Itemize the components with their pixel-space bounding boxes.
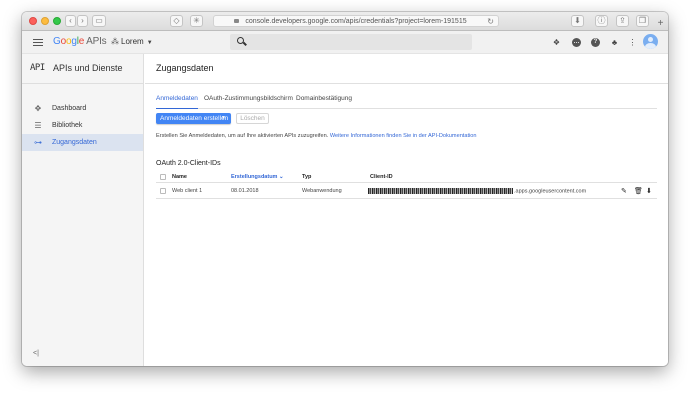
extension-icon: ✳ bbox=[193, 16, 200, 25]
select-all-checkbox[interactable] bbox=[160, 174, 166, 180]
delete-icon[interactable]: 🗑 bbox=[634, 187, 643, 195]
chevron-down-icon: ▼ bbox=[146, 40, 153, 46]
search-icon bbox=[237, 37, 244, 44]
page-title: Zugangsdaten bbox=[156, 63, 214, 73]
minimize-window-button[interactable] bbox=[41, 17, 49, 25]
menu-icon[interactable] bbox=[33, 39, 43, 46]
client-name[interactable]: Web client 1 bbox=[172, 188, 202, 195]
console-header: Google APIs ⁂ Lorem ▼ ❖ … ? ♣ ⋮ bbox=[22, 31, 668, 54]
redacted-id bbox=[368, 188, 513, 194]
sidebar-icon: ▭ bbox=[95, 16, 103, 25]
create-credentials-button[interactable]: Anmeldedaten erstellen ▼ bbox=[156, 113, 231, 124]
section-title: OAuth 2.0-Client-IDs bbox=[156, 160, 221, 167]
shield-button[interactable]: ◇ bbox=[170, 15, 183, 27]
share-button[interactable]: ⇪ bbox=[616, 15, 629, 27]
shield-icon: ◇ bbox=[173, 16, 180, 25]
table-row[interactable]: Web client 1 08.01.2018 Webanwendung .ap… bbox=[156, 184, 657, 199]
sidebar-item-label: Bibliothek bbox=[52, 122, 83, 129]
chevron-down-icon: ▼ bbox=[221, 115, 226, 121]
address-bar[interactable]: console.developers.google.com/apis/crede… bbox=[213, 15, 499, 27]
chevron-right-icon: › bbox=[81, 16, 84, 25]
browser-toolbar: ‹ › ▭ ◇ ✳ console.developers.google.com/… bbox=[22, 12, 668, 31]
avatar[interactable] bbox=[643, 34, 658, 49]
google-apis-logo[interactable]: Google APIs bbox=[53, 36, 107, 48]
chat-icon[interactable]: … bbox=[572, 38, 581, 47]
logo-letter: e bbox=[78, 36, 85, 47]
sidebar-item-bibliothek[interactable]: ☰ Bibliothek bbox=[22, 117, 143, 134]
download-button[interactable]: ⬇ bbox=[571, 15, 584, 27]
tabs-icon: ❐ bbox=[638, 16, 647, 25]
reload-icon[interactable]: ↻ bbox=[487, 16, 494, 27]
info-text: Erstellen Sie Anmeldedaten, um auf Ihre … bbox=[156, 133, 477, 139]
create-credentials-label: Anmeldedaten erstellen bbox=[160, 115, 229, 122]
sidebar-title: APIs und Dienste bbox=[53, 63, 123, 73]
sidebar-header: API APIs und Dienste bbox=[22, 54, 143, 84]
column-type[interactable]: Typ bbox=[302, 174, 311, 181]
sort-down-icon: ⌄ bbox=[278, 174, 284, 180]
column-date-label: Erstellungsdatum bbox=[231, 174, 278, 180]
sidebar-toggle-button[interactable]: ▭ bbox=[92, 15, 106, 27]
key-icon: ⊶ bbox=[34, 138, 42, 147]
project-dots-icon: ⁂ bbox=[111, 37, 119, 46]
zoom-window-button[interactable] bbox=[53, 17, 61, 25]
url-text: console.developers.google.com/apis/crede… bbox=[245, 18, 467, 25]
gift-icon[interactable]: ❖ bbox=[552, 38, 561, 47]
chevron-left-icon: ‹ bbox=[69, 16, 72, 25]
new-tab-button[interactable]: + bbox=[655, 19, 666, 29]
sidebar-item-zugangsdaten[interactable]: ⊶ Zugangsdaten bbox=[22, 134, 143, 151]
column-name[interactable]: Name bbox=[172, 174, 187, 181]
api-icon: API bbox=[30, 63, 45, 73]
logo-letter: G bbox=[53, 36, 61, 47]
row-checkbox[interactable] bbox=[160, 188, 166, 194]
page-header: Zugangsdaten bbox=[145, 54, 668, 84]
info-icon: ⓘ bbox=[597, 16, 606, 25]
share-icon: ⇪ bbox=[619, 16, 626, 25]
edit-icon[interactable]: ✎ bbox=[621, 187, 627, 195]
tab-domain-verification[interactable]: Domainbestätigung bbox=[296, 95, 352, 109]
logo-suffix: APIs bbox=[86, 36, 107, 47]
browser-window: ‹ › ▭ ◇ ✳ console.developers.google.com/… bbox=[22, 12, 668, 366]
table-header: Name Erstellungsdatum ⌄ Typ Client-ID bbox=[156, 172, 657, 183]
client-id: .apps.googleusercontent.com bbox=[368, 188, 586, 195]
client-id-suffix: .apps.googleusercontent.com bbox=[514, 188, 587, 195]
sidebar-item-label: Dashboard bbox=[52, 105, 87, 112]
help-icon[interactable]: ? bbox=[591, 38, 600, 47]
download-icon: ⬇ bbox=[574, 16, 581, 25]
tab-anmeldedaten[interactable]: Anmeldedaten bbox=[156, 95, 198, 109]
bell-icon[interactable]: ♣ bbox=[610, 38, 619, 47]
tab-oauth-consent[interactable]: OAuth-Zustimmungsbildschirm bbox=[204, 95, 293, 109]
main-content: Zugangsdaten Anmeldedaten OAuth-Zustimmu… bbox=[145, 54, 668, 366]
project-name: Lorem bbox=[121, 37, 144, 46]
sidebar: API APIs und Dienste ✥ Dashboard ☰ Bibli… bbox=[22, 54, 144, 366]
client-type: Webanwendung bbox=[302, 188, 342, 194]
info-button[interactable]: ⓘ bbox=[595, 15, 608, 27]
lock-icon bbox=[234, 19, 239, 23]
sidebar-item-label: Zugangsdaten bbox=[52, 139, 97, 146]
project-picker[interactable]: ⁂ Lorem ▼ bbox=[111, 36, 153, 49]
search-input[interactable] bbox=[230, 34, 472, 50]
download-icon[interactable]: ⬇ bbox=[646, 187, 652, 195]
collapse-sidebar-icon[interactable]: <| bbox=[33, 350, 39, 357]
tabs-button[interactable]: ❐ bbox=[636, 15, 649, 27]
info-text-body: Erstellen Sie Anmeldedaten, um auf Ihre … bbox=[156, 133, 329, 139]
back-button[interactable]: ‹ bbox=[65, 15, 76, 27]
forward-button[interactable]: › bbox=[77, 15, 88, 27]
delete-button[interactable]: Löschen bbox=[236, 113, 269, 124]
close-window-button[interactable] bbox=[29, 17, 37, 25]
tab-bar: Anmeldedaten OAuth-Zustimmungsbildschirm… bbox=[156, 95, 657, 109]
column-client-id[interactable]: Client-ID bbox=[370, 174, 393, 181]
api-docs-link[interactable]: Weitere Informationen finden Sie in der … bbox=[330, 133, 477, 139]
diamond-icon: ✥ bbox=[34, 104, 42, 113]
client-date: 08.01.2018 bbox=[231, 188, 259, 194]
more-vert-icon[interactable]: ⋮ bbox=[628, 38, 637, 47]
extension-button[interactable]: ✳ bbox=[190, 15, 203, 27]
library-icon: ☰ bbox=[34, 121, 42, 130]
sidebar-item-dashboard[interactable]: ✥ Dashboard bbox=[22, 100, 143, 117]
column-date[interactable]: Erstellungsdatum ⌄ bbox=[231, 174, 284, 181]
